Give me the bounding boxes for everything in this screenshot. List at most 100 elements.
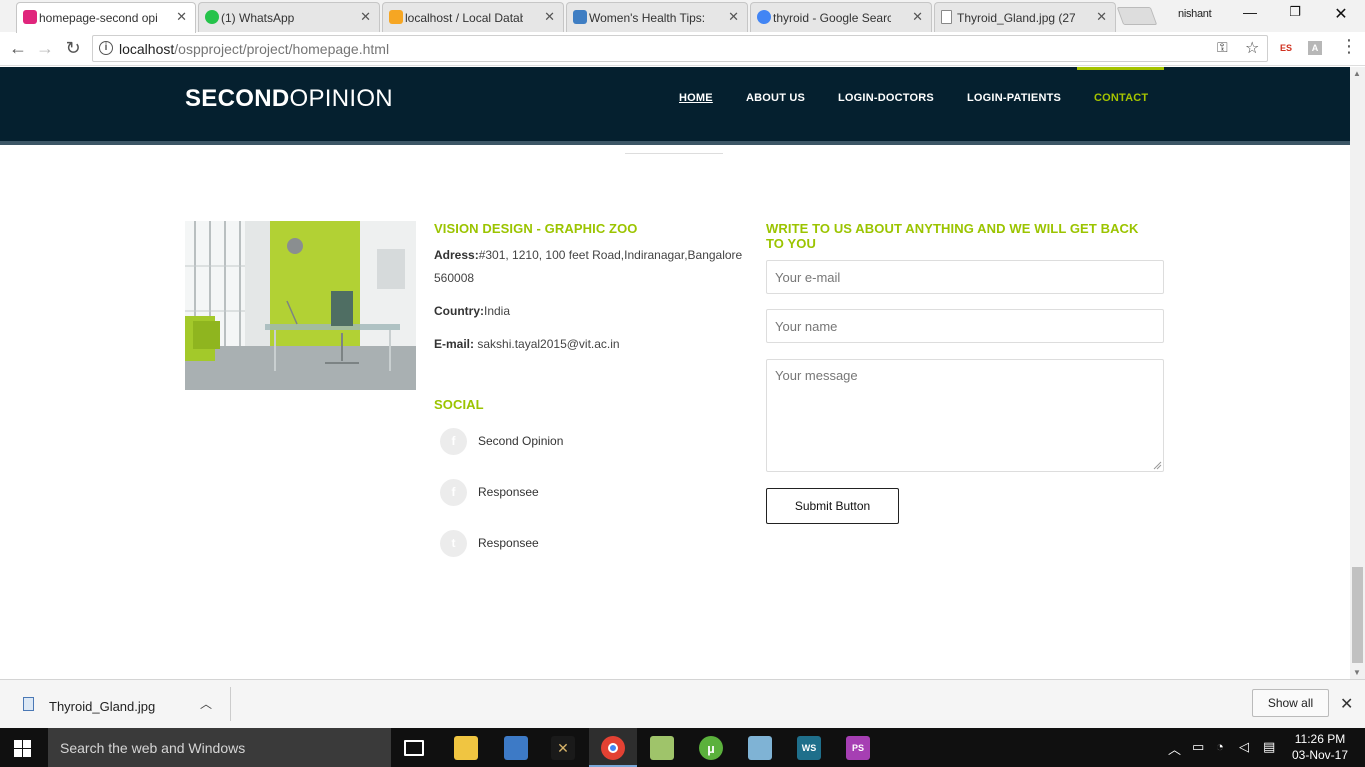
download-shelf: Thyroid_Gland.jpg ︿ Show all ✕ [0,679,1365,728]
social-label[interactable]: Responsee [478,485,539,499]
close-tab-icon[interactable]: ✕ [728,9,739,25]
url-host: localhost [119,41,175,57]
active-nav-indicator [1077,67,1164,70]
tab-title: thyroid - Google Searc [773,10,891,25]
tab-whatsapp[interactable]: (1) WhatsApp ✕ [198,2,380,32]
address-block: Adress:#301, 1210, 100 feet Road,Indiran… [434,244,754,290]
battery-icon[interactable]: ▭ [1192,739,1204,755]
tab-phpmyadmin[interactable]: localhost / Local Datab ✕ [382,2,564,32]
utorrent-icon[interactable]: µ [699,736,723,760]
site-favicon-icon [23,10,37,24]
url-path: /ospproject/project/homepage.html [174,41,390,57]
restore-icon[interactable]: ❐ [1280,4,1310,20]
browser-toolbar: ← → ↻ i localhost/ospproject/project/hom… [0,32,1365,66]
profile-name[interactable]: nishant [1178,8,1212,20]
site-logo[interactable]: SECONDOPINION [185,85,393,113]
nav-login-doctors[interactable]: LOGIN-DOCTORS [838,92,934,104]
phpstorm-icon[interactable]: PS [846,736,870,760]
submit-button[interactable]: Submit Button [766,488,899,524]
email-value[interactable]: sakshi.tayal2015@vit.ac.in [474,337,619,351]
twitter-icon[interactable]: t [440,529,467,557]
minimize-icon[interactable]: — [1235,4,1265,20]
new-tab-button[interactable] [1116,7,1158,25]
facebook-icon[interactable]: f [440,427,467,455]
address-bar[interactable]: i localhost/ospproject/project/homepage.… [92,35,1268,62]
address-line-1: #301, 1210, 100 feet Road,Indiranagar,Ba… [478,248,743,262]
google-icon [757,10,771,24]
taskbar-search[interactable]: Search the web and Windows [48,728,391,767]
photos-icon[interactable] [650,736,674,760]
nav-about-us[interactable]: ABOUT US [746,92,805,104]
chrome-menu-icon[interactable]: ⋮ [1337,36,1361,57]
social-link-twitter[interactable]: t Responsee [440,529,539,557]
office-image [185,221,416,390]
scroll-up-icon[interactable]: ▲ [1353,69,1361,78]
webmd-icon [573,10,587,24]
tab-title: homepage-second opi [39,11,157,25]
social-label[interactable]: Responsee [478,536,539,550]
social-link-second-opinion[interactable]: f Second Opinion [440,427,563,455]
close-shelf-icon[interactable]: ✕ [1340,694,1353,714]
file-explorer-icon[interactable] [454,736,478,760]
tab-webmd[interactable]: Women's Health Tips: D ✕ [566,2,748,32]
close-tab-icon[interactable]: ✕ [176,9,187,25]
extension-es-icon[interactable]: ES [1279,41,1293,55]
tab-thyroid-image[interactable]: Thyroid_Gland.jpg (278 ✕ [934,2,1116,32]
tab-google-search[interactable]: thyroid - Google Searc ✕ [750,2,932,32]
browser-tab-strip: homepage-second opi ✕ (1) WhatsApp ✕ loc… [0,0,1365,33]
extension-a-icon[interactable]: A [1308,41,1322,55]
webstorm-icon[interactable]: WS [797,736,821,760]
download-file-name[interactable]: Thyroid_Gland.jpg [49,699,155,714]
close-tab-icon[interactable]: ✕ [1096,9,1107,25]
form-heading-line-2: TO YOU [766,236,816,251]
divider [625,153,723,154]
scrollbar-thumb[interactable] [1352,567,1363,663]
info-icon[interactable]: i [99,41,113,55]
social-heading: SOCIAL [434,397,484,412]
key-icon[interactable]: ⚿ [1217,39,1228,56]
close-tab-icon[interactable]: ✕ [360,9,371,25]
reload-icon[interactable]: ↻ [61,38,85,59]
image-file-icon [23,697,34,711]
email-label: E-mail: [434,337,475,351]
forward-arrow-icon[interactable]: → [33,38,57,59]
taskbar-clock[interactable]: 11:26 PM 03-Nov-17 [1292,731,1348,763]
resize-grip-icon[interactable] [1153,461,1162,470]
show-all-button[interactable]: Show all [1252,689,1329,717]
name-input[interactable] [766,309,1164,343]
social-link-facebook[interactable]: f Responsee [440,478,539,506]
nav-login-patients[interactable]: LOGIN-PATIENTS [967,92,1061,104]
notepad-icon[interactable] [748,736,772,760]
nav-contact[interactable]: CONTACT [1094,92,1148,104]
form-heading-line-1: WRITE TO US ABOUT ANYTHING AND WE WILL G… [766,221,1139,236]
tray-chevron-icon[interactable]: ︿ [1168,739,1181,758]
social-label[interactable]: Second Opinion [478,434,563,448]
taskbar-search-placeholder: Search the web and Windows [60,740,246,756]
facebook-icon[interactable]: f [440,478,467,506]
back-arrow-icon[interactable]: ← [6,38,30,59]
nav-home[interactable]: HOME [679,92,713,104]
wifi-icon[interactable]: ◔ [1216,739,1224,754]
message-textarea[interactable] [766,359,1164,472]
window-close-icon[interactable]: ✕ [1326,4,1356,24]
chevron-up-icon[interactable]: ︿ [200,695,212,712]
tab-homepage[interactable]: homepage-second opi ✕ [16,2,196,33]
bookmark-star-icon[interactable]: ☆ [1245,38,1259,58]
tab-title: Women's Health Tips: D [589,10,707,25]
page-scrollbar[interactable]: ▲ ▼ [1350,67,1365,679]
windows-start-icon[interactable] [14,740,31,757]
scroll-down-icon[interactable]: ▼ [1353,668,1361,677]
email-input[interactable] [766,260,1164,294]
notifications-icon[interactable]: ▤ [1263,739,1275,755]
close-tab-icon[interactable]: ✕ [912,9,923,25]
chrome-icon[interactable] [601,736,625,760]
company-heading: VISION DESIGN - GRAPHIC ZOO [434,221,638,236]
store-icon[interactable] [504,736,528,760]
tools-icon[interactable]: ✕ [551,736,575,760]
close-tab-icon[interactable]: ✕ [544,9,555,25]
task-view-icon[interactable] [404,740,424,756]
form-heading: WRITE TO US ABOUT ANYTHING AND WE WILL G… [766,221,1139,251]
volume-icon[interactable]: ◁ [1239,739,1249,755]
address-label: Adress: [434,248,479,262]
url-text[interactable]: localhost/ospproject/project/homepage.ht… [119,41,389,57]
